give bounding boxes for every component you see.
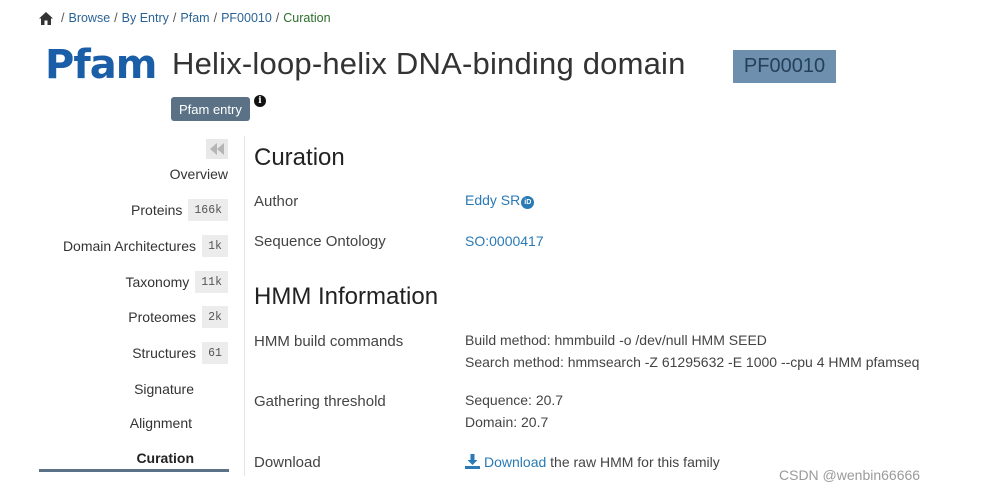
hmm-build-commands-label: HMM build commands: [254, 333, 404, 350]
sidebar-item-structures[interactable]: Structures 61: [132, 342, 228, 364]
search-method-text: Search method: hmmsearch -Z 61295632 -E …: [465, 354, 920, 370]
count-badge: 1k: [202, 235, 228, 257]
download-description: the raw HMM for this family: [546, 454, 720, 470]
breadcrumb-separator: /: [114, 11, 118, 25]
domain-threshold-text: Domain: 20.7: [465, 414, 549, 430]
sequence-ontology-value: SO:0000417: [465, 230, 544, 252]
breadcrumb: / Browse / By Entry / Pfam / PF00010 / C…: [39, 11, 331, 25]
pfam-logo: Pfam: [45, 42, 157, 86]
download-hmm-link[interactable]: Download: [484, 454, 546, 470]
page-title: Helix-loop-helix DNA-binding domain: [172, 46, 686, 81]
sidebar-item-label: Signature: [134, 381, 194, 397]
breadcrumb-separator: /: [172, 11, 177, 25]
sidebar-nav: Overview Proteins 166k Domain Architectu…: [39, 136, 245, 476]
count-badge: 61: [202, 342, 228, 364]
info-icon[interactable]: i: [254, 95, 266, 107]
breadcrumb-separator: /: [61, 11, 65, 25]
sidebar-item-label: Structures: [132, 345, 196, 361]
download-value: Download the raw HMM for this family: [465, 451, 720, 473]
collapse-sidebar-button[interactable]: [206, 139, 228, 159]
sidebar-item-taxonomy[interactable]: Taxonomy 11k: [125, 271, 228, 293]
orcid-icon[interactable]: iD: [521, 196, 535, 209]
count-badge: 2k: [202, 306, 228, 328]
svg-text:Pfam: Pfam: [45, 42, 156, 86]
breadcrumb-current: Curation: [283, 11, 331, 25]
home-icon[interactable]: [39, 11, 53, 25]
sidebar-item-curation[interactable]: Curation: [136, 450, 194, 466]
sequence-threshold-text: Sequence: 20.7: [465, 392, 564, 408]
hmm-information-heading: HMM Information: [254, 283, 439, 310]
sidebar-item-label: Taxonomy: [125, 274, 190, 290]
sidebar-item-proteins[interactable]: Proteins 166k: [131, 199, 228, 221]
breadcrumb-separator: /: [275, 11, 280, 25]
breadcrumb-browse[interactable]: Browse: [68, 11, 110, 25]
sidebar-item-alignment[interactable]: Alignment: [130, 415, 192, 431]
sidebar-item-overview[interactable]: Overview: [170, 166, 228, 182]
build-method-text: Build method: hmmbuild -o /dev/null HMM …: [465, 332, 767, 348]
sidebar-item-domain-architectures[interactable]: Domain Architectures 1k: [63, 235, 228, 257]
accession-badge: PF00010: [733, 50, 836, 83]
sequence-ontology-label: Sequence Ontology: [254, 233, 386, 250]
sidebar-item-label: Proteomes: [128, 309, 196, 325]
sidebar-item-proteomes[interactable]: Proteomes 2k: [128, 306, 228, 328]
sidebar-item-label: Alignment: [129, 415, 192, 431]
entry-type-tag: Pfam entry: [171, 97, 250, 121]
breadcrumb-separator: /: [213, 11, 218, 25]
breadcrumb-pfam[interactable]: Pfam: [180, 11, 209, 25]
double-chevron-left-icon: [210, 143, 224, 155]
hmm-build-commands-value: Build method: hmmbuild -o /dev/null HMM …: [465, 329, 919, 373]
sidebar-item-signature[interactable]: Signature: [134, 381, 194, 397]
sidebar-item-label: Overview: [169, 166, 228, 182]
download-icon[interactable]: [465, 454, 480, 469]
download-label: Download: [254, 454, 321, 471]
active-tab-indicator: [39, 469, 229, 472]
breadcrumb-accession[interactable]: PF00010: [221, 11, 272, 25]
gathering-threshold-label: Gathering threshold: [254, 393, 386, 410]
breadcrumb-by-entry[interactable]: By Entry: [122, 11, 169, 25]
sidebar-item-label: Domain Architectures: [62, 238, 196, 254]
author-value: Eddy SR iD: [465, 189, 535, 211]
curation-heading: Curation: [254, 144, 345, 171]
sequence-ontology-link[interactable]: SO:0000417: [465, 233, 544, 249]
sidebar-item-label: Proteins: [131, 202, 183, 218]
count-badge: 11k: [195, 271, 228, 293]
author-link[interactable]: Eddy SR: [465, 192, 520, 208]
count-badge: 166k: [188, 199, 228, 221]
sidebar-item-label: Curation: [136, 450, 194, 466]
watermark: CSDN @wenbin66666: [779, 467, 921, 483]
gathering-threshold-value: Sequence: 20.7 Domain: 20.7: [465, 389, 563, 433]
author-label: Author: [254, 193, 299, 210]
